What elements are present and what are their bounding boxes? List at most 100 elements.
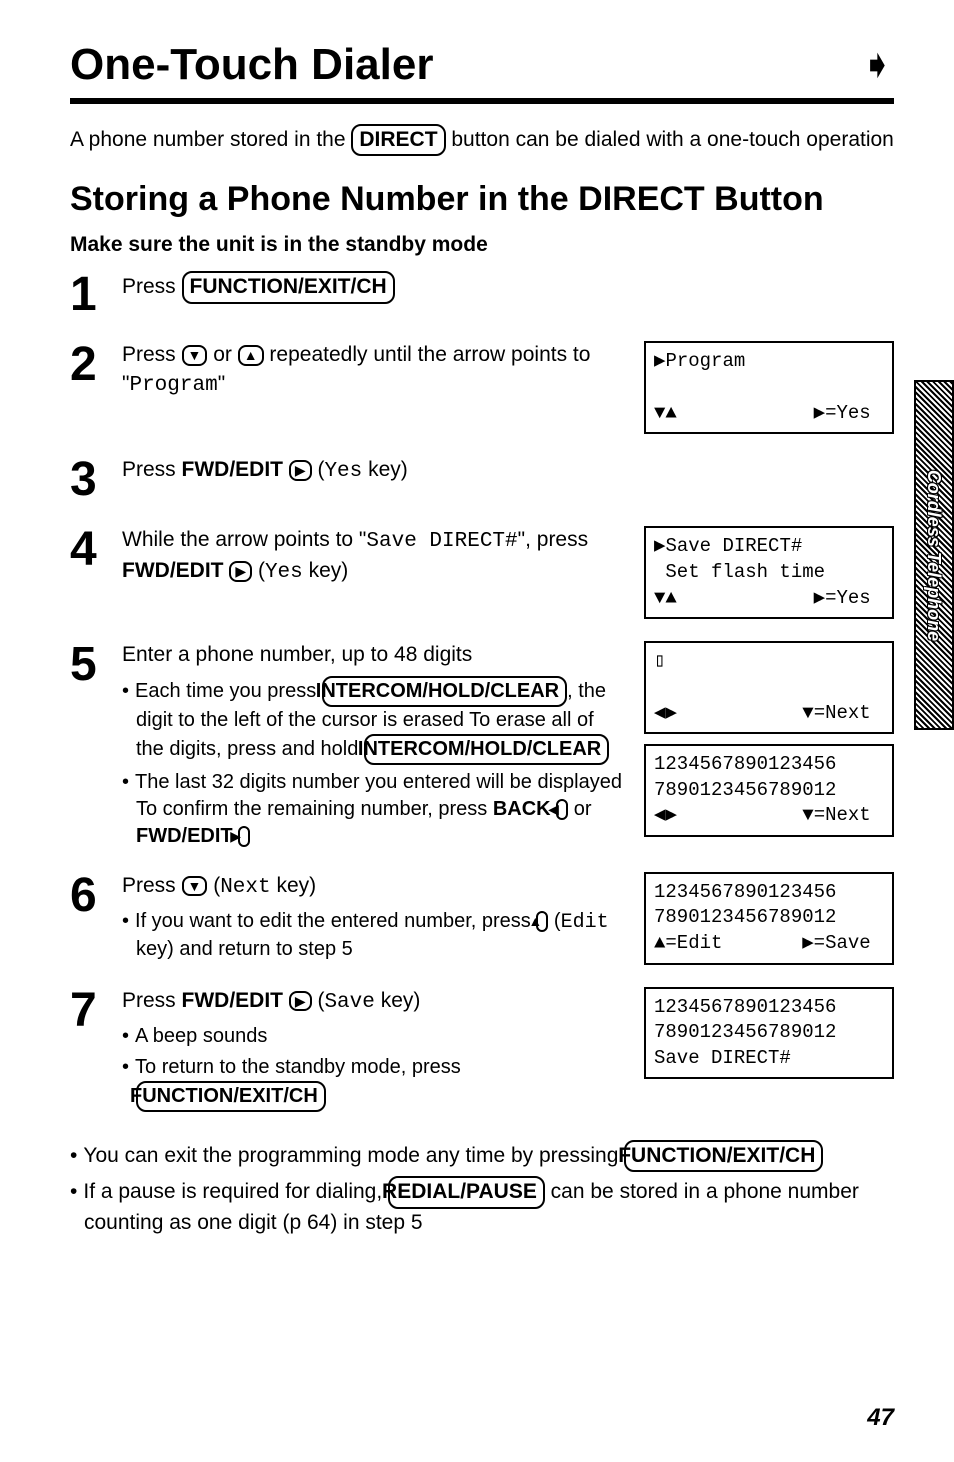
step-number: 2	[70, 341, 104, 434]
t: Press	[122, 275, 182, 298]
step-text: Press FUNCTION/EXIT/CH	[122, 271, 894, 303]
lcd-line: 7890123456789012	[654, 779, 836, 801]
step-text: Press FWD/EDIT ▶ (Yes key)	[122, 456, 894, 486]
step-text: Press FWD/EDIT ▶ (Save key)	[122, 987, 626, 1017]
t: (	[252, 559, 265, 582]
rule	[70, 98, 894, 104]
t: key)	[271, 874, 317, 897]
step-1: 1 Press FUNCTION/EXIT/CH	[70, 271, 894, 319]
function-exit-ch-key: FUNCTION/EXIT/CH	[182, 271, 395, 303]
lcd-display: 1234567890123456 7890123456789012 ◀▶ ▼=N…	[644, 744, 894, 837]
t: Press	[122, 874, 182, 897]
mono: Save	[324, 991, 374, 1014]
t: You can exit the programming mode any ti…	[83, 1144, 624, 1167]
sub-bullet: If you want to edit the entered number, …	[122, 908, 626, 963]
t: FWD/EDIT	[182, 458, 289, 481]
intercom-hold-clear-key: INTERCOM/HOLD/CLEAR	[322, 676, 567, 707]
step-number: 4	[70, 526, 104, 619]
right-key-icon: ▶	[229, 561, 252, 582]
t: (	[312, 989, 325, 1012]
t: Press	[122, 458, 182, 481]
step-6: 6 Press ▼ (Next key) If you want to edit…	[70, 872, 894, 965]
intro-a: A phone number stored in the	[70, 128, 351, 151]
down-key-icon: ▼	[182, 876, 208, 897]
step-4: 4 While the arrow points to "Save DIRECT…	[70, 526, 894, 619]
sub-bullet: To return to the standby mode, press FUN…	[122, 1054, 626, 1112]
lcd-line: Save DIRECT#	[654, 1047, 791, 1069]
page-title: One-Touch Dialer	[70, 40, 433, 90]
note: You can exit the programming mode any ti…	[70, 1140, 894, 1172]
page-number: 47	[867, 1404, 894, 1432]
lcd-line: ◀▶ ▼=Next	[654, 702, 871, 724]
sub-bullet: Each time you press INTERCOM/HOLD/CLEAR,…	[122, 676, 626, 765]
footer-notes: You can exit the programming mode any ti…	[70, 1140, 894, 1237]
step-number: 5	[70, 641, 104, 849]
t: Each time you press	[135, 680, 322, 702]
left-key-icon: ◀	[556, 799, 568, 820]
up-key-icon: ▲	[238, 345, 264, 366]
mono: Save DIRECT#	[366, 530, 517, 553]
lcd-line: 1234567890123456	[654, 881, 836, 903]
step-number: 7	[70, 987, 104, 1112]
sub-bullet: A beep sounds	[122, 1023, 626, 1050]
t: "	[218, 372, 225, 395]
up-key-icon: ▲	[536, 911, 548, 932]
t: Press	[122, 343, 182, 366]
t: key)	[362, 458, 408, 481]
mono: Yes	[324, 460, 362, 483]
t: key) and return to step 5	[136, 938, 353, 960]
mono: Edit	[561, 911, 609, 934]
right-key-icon: ▶	[289, 460, 312, 481]
lcd-line: ▼▲ ▶=Yes	[654, 402, 871, 424]
t: Press	[122, 989, 182, 1012]
lcd-line: ▶Save DIRECT#	[654, 535, 802, 557]
lcd-line: 1234567890123456	[654, 753, 836, 775]
section-heading: Storing a Phone Number in the DIRECT But…	[70, 180, 894, 219]
side-tab: Cordless Telephone	[914, 380, 954, 730]
standby-note: Make sure the unit is in the standby mod…	[70, 233, 894, 257]
lcd-display: ▯ ◀▶ ▼=Next	[644, 641, 894, 734]
step-number: 3	[70, 456, 104, 504]
t: or	[207, 343, 237, 366]
t: (	[207, 874, 220, 897]
intro-b: button can be dialed with a one-touch op…	[446, 128, 894, 151]
lcd-line: ▯	[654, 650, 665, 672]
step-number: 1	[70, 271, 104, 319]
continue-arrow-icon: ➧	[860, 42, 894, 88]
lcd-line: 7890123456789012	[654, 906, 836, 928]
step-text: Press ▼ (Next key)	[122, 872, 626, 902]
step-3: 3 Press FWD/EDIT ▶ (Yes key)	[70, 456, 894, 504]
step-text: Enter a phone number, up to 48 digits	[122, 641, 626, 669]
t: key)	[375, 989, 421, 1012]
direct-key: DIRECT	[351, 124, 445, 156]
t: While the arrow points to "	[122, 528, 366, 551]
t: FWD/EDIT	[122, 559, 229, 582]
t: FWD/EDIT	[136, 825, 238, 847]
lcd-line	[654, 676, 871, 698]
right-key-icon: ▶	[238, 826, 250, 847]
lcd-display: 1234567890123456 7890123456789012 ▲=Edit…	[644, 872, 894, 965]
t: or	[568, 798, 591, 820]
t: ", press	[518, 528, 588, 551]
t: If a pause is required for dialing,	[83, 1180, 388, 1203]
lcd-line: ◀▶ ▼=Next	[654, 804, 871, 826]
t: FWD/EDIT	[182, 989, 289, 1012]
down-key-icon: ▼	[182, 345, 208, 366]
t: To return to the standby mode, press	[135, 1056, 461, 1078]
lcd-line: 1234567890123456	[654, 996, 836, 1018]
sub-bullet: The last 32 digits number you entered wi…	[122, 769, 626, 850]
t: If you want to edit the entered number, …	[135, 910, 536, 932]
t: (	[548, 910, 560, 932]
step-5: 5 Enter a phone number, up to 48 digits …	[70, 641, 894, 849]
right-key-icon: ▶	[289, 991, 312, 1012]
note: If a pause is required for dialing, REDI…	[70, 1176, 894, 1237]
step-7: 7 Press FWD/EDIT ▶ (Save key) A beep sou…	[70, 987, 894, 1112]
lcd-display: ▶Program ▼▲ ▶=Yes	[644, 341, 894, 434]
lcd-line: Set flash time	[654, 561, 825, 583]
redial-pause-key: REDIAL/PAUSE	[388, 1176, 545, 1208]
step-2: 2 Press ▼ or ▲ repeatedly until the arro…	[70, 341, 894, 434]
function-exit-ch-key: FUNCTION/EXIT/CH	[136, 1081, 326, 1112]
intro-text: A phone number stored in the DIRECT butt…	[70, 124, 894, 156]
lcd-line: ▶Program	[654, 350, 745, 372]
intercom-hold-clear-key: INTERCOM/HOLD/CLEAR	[364, 734, 609, 765]
